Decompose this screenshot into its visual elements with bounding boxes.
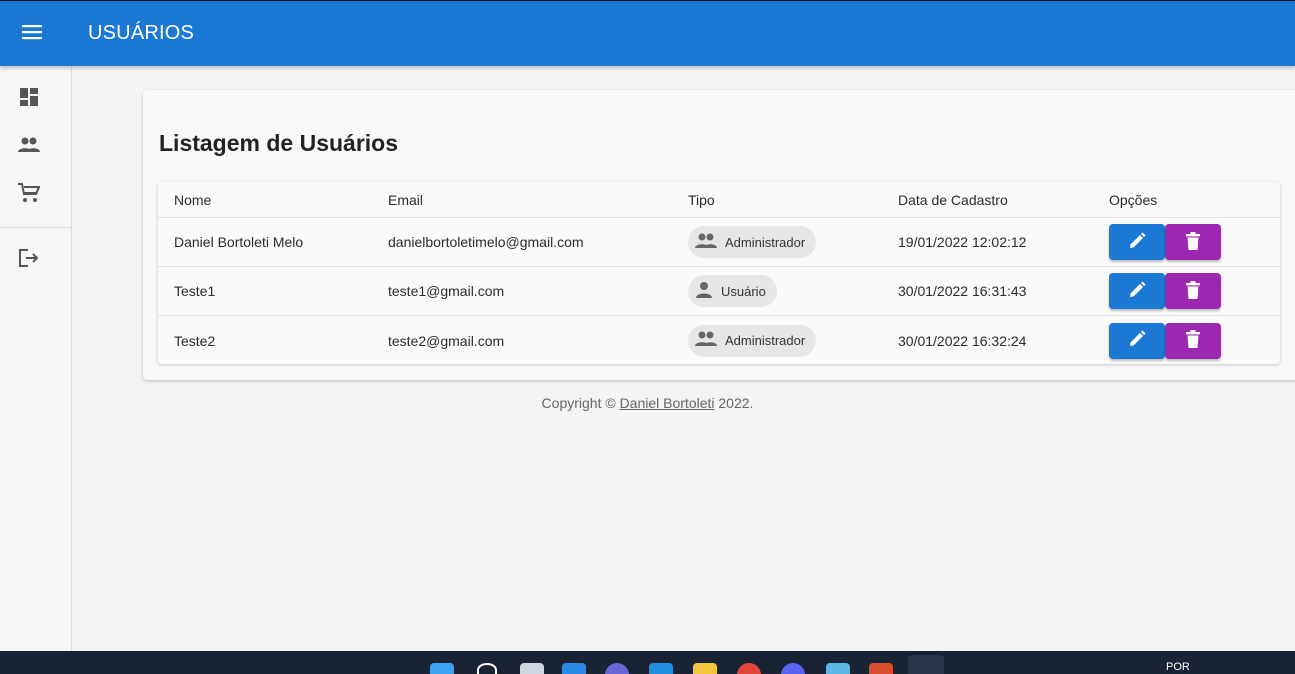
- notepad-icon[interactable]: [826, 663, 850, 674]
- sidebar-divider: [0, 227, 72, 228]
- header-email: Email: [388, 191, 424, 208]
- users-table: Nome Email Tipo Data de Cadastro Opções …: [158, 182, 1280, 364]
- tipo-chip: Administrador: [688, 324, 817, 357]
- table-header: Nome Email Tipo Data de Cadastro Opções: [158, 182, 1280, 218]
- sidebar-item-logout[interactable]: [12, 243, 46, 277]
- cell-nome: Teste2: [174, 332, 216, 349]
- cell-email: teste2@gmail.com: [388, 332, 505, 349]
- edit-button[interactable]: [1109, 224, 1165, 260]
- cart-icon: [18, 182, 41, 208]
- person-icon: [695, 281, 721, 301]
- delete-button[interactable]: [1165, 322, 1221, 359]
- cell-nome: Teste1: [174, 283, 216, 299]
- cell-email: teste1@gmail.com: [388, 283, 505, 299]
- users-icon: [18, 137, 40, 158]
- admin-group-icon: [695, 331, 725, 350]
- cell-tipo: Usuário: [688, 267, 777, 315]
- vscode-icon[interactable]: [649, 663, 673, 674]
- users-card: Listagem de Usuários Nome Email Tipo Dat…: [143, 90, 1295, 380]
- chrome-icon[interactable]: [737, 663, 761, 674]
- tipo-chip: Administrador: [688, 226, 817, 258]
- active-app-icon[interactable]: [908, 655, 944, 674]
- table-row: Teste2 teste2@gmail.com Administrador 30…: [158, 316, 1280, 365]
- cell-tipo: Administrador: [688, 316, 817, 365]
- discord-icon[interactable]: [781, 663, 805, 674]
- trash-icon: [1186, 280, 1200, 302]
- language-indicator[interactable]: POR: [1166, 661, 1190, 673]
- cell-nome: Daniel Bortoleti Melo: [174, 234, 304, 250]
- delete-button[interactable]: [1165, 224, 1221, 260]
- app-bar: USUÁRIOS: [0, 0, 1295, 66]
- folder-icon[interactable]: [693, 663, 717, 674]
- cell-opcoes: [1109, 267, 1221, 315]
- cell-email: danielbortoletimelo@gmail.com: [388, 234, 584, 250]
- sidebar-item-cart[interactable]: [12, 178, 46, 212]
- admin-group-icon: [695, 233, 725, 252]
- sidebar-item-dashboard[interactable]: [12, 82, 46, 116]
- page-title: Listagem de Usuários: [159, 130, 399, 156]
- tipo-label: Administrador: [725, 234, 806, 250]
- cell-data: 19/01/2022 12:02:12: [898, 234, 1027, 250]
- sidebar: [0, 66, 72, 651]
- author-link[interactable]: Daniel Bortoleti: [620, 395, 715, 411]
- table-row: Teste1 teste1@gmail.com Usuário 30/01/20…: [158, 267, 1280, 316]
- logout-icon: [18, 248, 40, 273]
- pencil-icon: [1128, 330, 1146, 351]
- cell-opcoes: [1109, 316, 1221, 365]
- trash-icon: [1186, 231, 1200, 253]
- table-row: Daniel Bortoleti Melo danielbortoletimel…: [158, 218, 1280, 267]
- header-nome: Nome: [174, 191, 212, 208]
- delete-button[interactable]: [1165, 273, 1221, 309]
- header-tipo: Tipo: [688, 191, 715, 208]
- pencil-icon: [1128, 232, 1146, 253]
- edit-button[interactable]: [1109, 273, 1165, 309]
- os-taskbar: POR: [0, 651, 1295, 674]
- edit-button[interactable]: [1109, 322, 1165, 359]
- task-view-icon[interactable]: [520, 663, 544, 674]
- cell-data: 30/01/2022 16:32:24: [898, 332, 1027, 349]
- footer: Copyright © Daniel Bortoleti 2022.: [0, 395, 1295, 411]
- search-icon[interactable]: [477, 663, 497, 674]
- menu-button[interactable]: [12, 15, 52, 53]
- cell-opcoes: [1109, 218, 1221, 266]
- menu-icon: [22, 24, 42, 45]
- cell-tipo: Administrador: [688, 218, 817, 266]
- trash-icon: [1186, 330, 1200, 351]
- start-icon[interactable]: [430, 663, 454, 674]
- tipo-chip: Usuário: [688, 275, 777, 307]
- tipo-label: Usuário: [721, 283, 766, 299]
- main-content: Listagem de Usuários Nome Email Tipo Dat…: [72, 66, 1295, 651]
- header-data: Data de Cadastro: [898, 191, 1008, 208]
- copyright-prefix: Copyright ©: [541, 395, 620, 411]
- chat-icon[interactable]: [605, 663, 629, 674]
- pencil-icon: [1128, 281, 1146, 302]
- dashboard-icon: [19, 87, 39, 112]
- app-icon[interactable]: [869, 663, 893, 674]
- cell-data: 30/01/2022 16:31:43: [898, 283, 1027, 299]
- app-title: USUÁRIOS: [88, 22, 195, 44]
- header-opcoes: Opções: [1109, 191, 1158, 208]
- widgets-icon[interactable]: [562, 663, 586, 674]
- copyright-suffix: 2022.: [714, 395, 754, 411]
- sidebar-item-users[interactable]: [12, 130, 46, 164]
- tipo-label: Administrador: [725, 333, 806, 348]
